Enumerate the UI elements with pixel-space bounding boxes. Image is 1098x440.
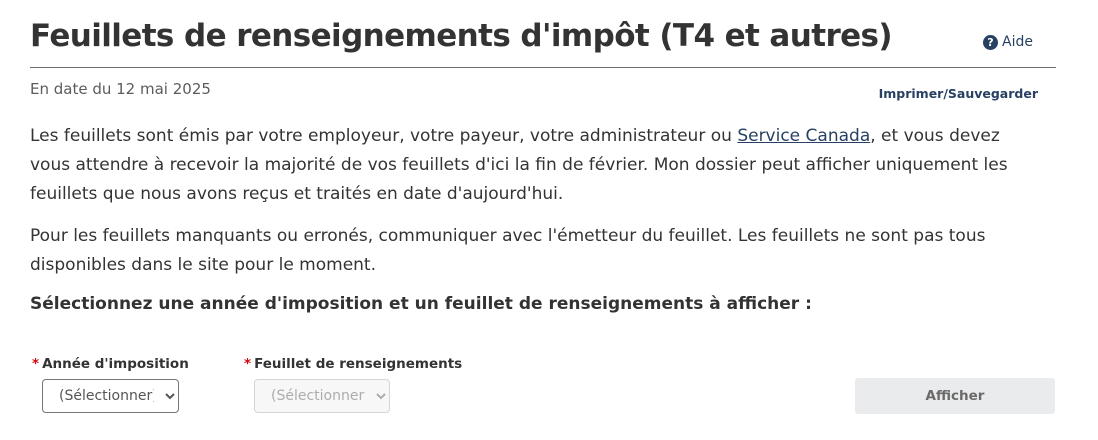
select-heading: Sélectionnez une année d'imposition et u…	[30, 294, 812, 314]
slip-select[interactable]: (Sélectionner)	[254, 379, 390, 413]
help-label: Aide	[1002, 34, 1033, 50]
tax-year-label-text: Année d'imposition	[42, 356, 189, 372]
required-marker: *	[244, 356, 252, 372]
slip-label: * Feuillet de renseignements	[244, 356, 462, 372]
question-circle-icon: ?	[983, 34, 998, 50]
tax-year-select[interactable]: (Sélectionner)	[42, 379, 179, 413]
required-marker: *	[32, 356, 40, 372]
as-of-date: En date du 12 mai 2025	[30, 80, 211, 98]
help-link[interactable]: ? Aide	[983, 34, 1033, 50]
service-canada-link[interactable]: Service Canada	[737, 126, 870, 146]
tax-year-label: * Année d'imposition	[32, 356, 189, 372]
show-button[interactable]: Afficher	[855, 378, 1055, 414]
page-title: Feuillets de renseignements d'impôt (T4 …	[30, 18, 893, 54]
title-divider	[30, 67, 1056, 68]
slip-label-text: Feuillet de renseignements	[254, 356, 463, 372]
missing-slips-paragraph: Pour les feuillets manquants ou erronés,…	[30, 226, 986, 275]
intro-paragraph: Les feuillets sont émis par votre employ…	[30, 122, 1045, 209]
intro-text-start: Les feuillets sont émis par votre employ…	[30, 126, 738, 146]
print-save-link[interactable]: Imprimer/Sauvegarder	[879, 86, 1038, 101]
